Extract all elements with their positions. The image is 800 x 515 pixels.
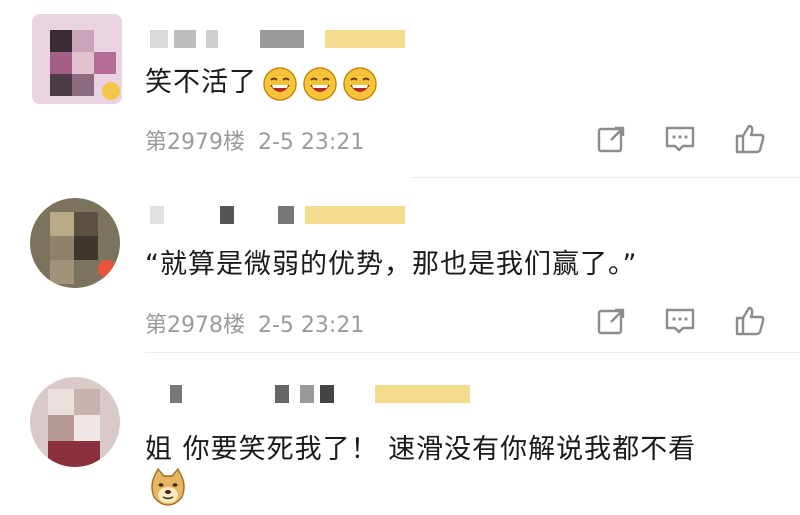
divider [145,352,800,353]
comment-meta: 第2979楼 2-5 23:21 [145,124,364,156]
comment-text: 笑不活了 [145,60,377,101]
comment-meta: 第2978楼 2-5 23:21 [145,307,364,339]
comment-item: 笑不活了 第2979楼 2-5 23:21 [0,0,800,180]
username-blurred[interactable] [150,206,410,224]
avatar[interactable] [32,14,122,104]
thumbs-up-icon[interactable] [733,304,767,338]
laughing-emoji-icon [263,66,297,101]
comment-text: 姐 你要笑死我了！ 速滑没有你解说我都不看 [145,427,696,466]
thumbs-up-icon[interactable] [733,122,767,156]
comment-text-content: 姐 你要笑死我了！ 速滑没有你解说我都不看 [145,434,697,465]
comment-icon[interactable] [663,122,697,156]
comment-actions [595,304,770,338]
comment-item: 姐 你要笑死我了！ 速滑没有你解说我都不看 [0,355,800,515]
timestamp: 2-5 23:21 [258,130,365,155]
comment-icon[interactable] [663,304,697,338]
comment-text: “就算是微弱的优势，那也是我们赢了。” [145,242,637,281]
comment-item: “就算是微弱的优势，那也是我们赢了。” 第2978楼 2-5 23:21 [0,180,800,355]
username-blurred[interactable] [150,385,470,403]
avatar[interactable] [30,198,120,288]
comment-text-content: “就算是微弱的优势，那也是我们赢了。” [145,249,638,280]
doge-emoji-icon [151,467,185,506]
avatar[interactable] [30,377,120,467]
laughing-emoji-icon [343,66,377,101]
username-blurred[interactable] [150,30,410,48]
divider [410,177,800,178]
laughing-emoji-icon [303,66,337,101]
floor-number: 第2978楼 [145,313,245,338]
share-icon[interactable] [595,304,629,338]
floor-number: 第2979楼 [145,130,245,155]
timestamp: 2-5 23:21 [258,313,365,338]
comment-actions [595,122,770,156]
share-icon[interactable] [595,122,629,156]
comment-text-content: 笑不活了 [145,67,257,98]
